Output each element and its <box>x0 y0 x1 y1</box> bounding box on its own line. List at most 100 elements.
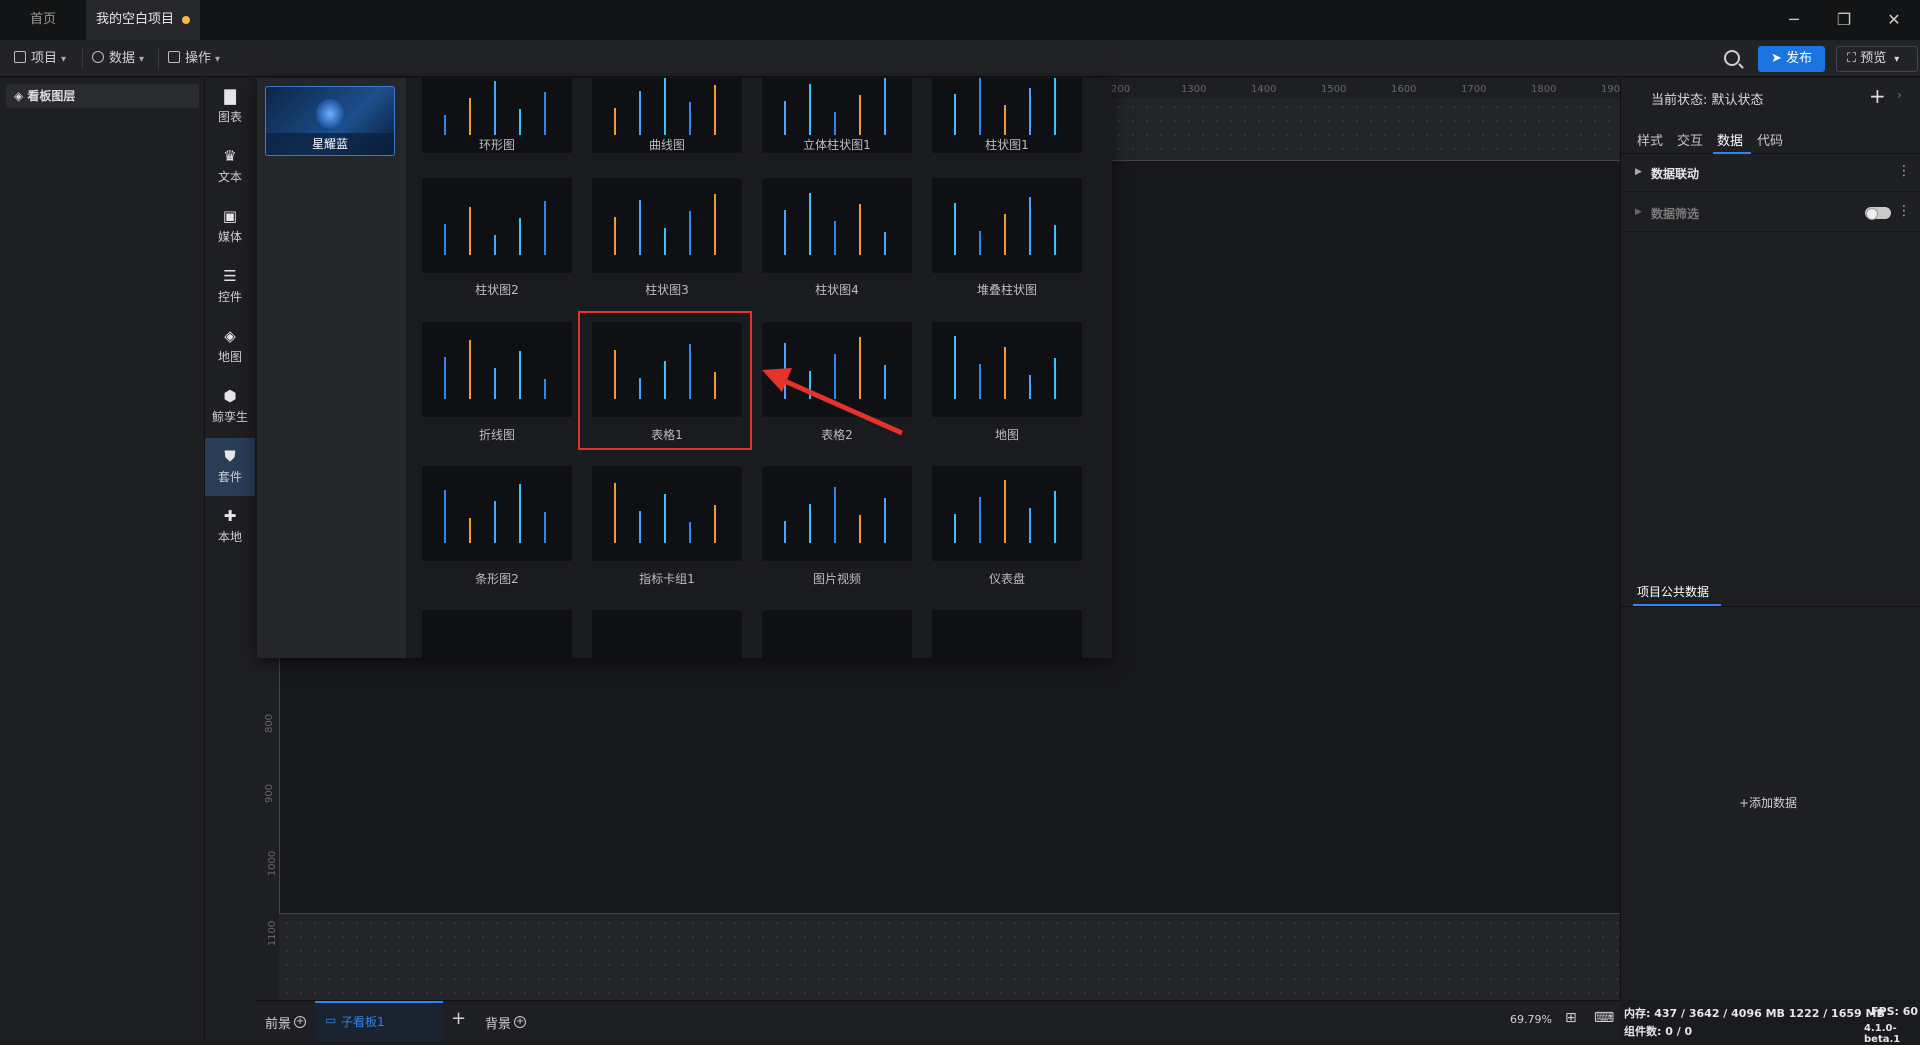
data-filter-toggle[interactable] <box>1865 207 1891 220</box>
puzzle-icon: ✚ <box>223 507 237 525</box>
version-label: 4.1.0-beta.1 <box>1864 1023 1901 1045</box>
tab-project[interactable]: 我的空白项目 <box>86 0 200 40</box>
rail-item-label: 文本 <box>217 170 242 184</box>
more-icon[interactable]: ⋮ <box>1897 163 1911 179</box>
layers-panel: ◈ 看板图层 <box>0 78 205 1040</box>
menu-project[interactable]: 项目 ▾ <box>14 49 66 69</box>
rail-item-5[interactable]: ⬢ 鲸孪生 <box>205 378 255 436</box>
ruler-tick-label: 1400 <box>1251 84 1277 95</box>
chevron-down-icon: ▾ <box>139 54 145 65</box>
rail-item-2[interactable]: ▣ 媒体 <box>205 198 255 256</box>
menu-project-label: 项目 <box>31 51 58 66</box>
arrow-shaft <box>776 375 904 436</box>
add-state-button[interactable]: + <box>1869 84 1886 108</box>
zoom-level[interactable]: 69.79% <box>1510 1013 1552 1026</box>
keyboard-icon[interactable]: ⌨ <box>1594 1010 1614 1026</box>
ruler-tick-label: 1500 <box>1321 84 1347 95</box>
caret-right-icon: ▶ <box>1635 207 1642 217</box>
board-tab-label: 子看板1 <box>341 1015 385 1029</box>
tab-interaction[interactable]: 交互 <box>1677 130 1703 149</box>
add-data-button[interactable]: +添加数据 <box>1739 794 1797 811</box>
theme-list: 星耀蓝 <box>257 78 406 658</box>
tab-project-label: 我的空白项目 <box>96 12 175 27</box>
ruler-tick-label: 1000 <box>267 850 279 877</box>
rail-item-1[interactable]: ♛ 文本 <box>205 138 255 196</box>
rail-item-label: 鲸孪生 <box>211 410 248 424</box>
map-icon: ◈ <box>224 327 236 345</box>
add-circle-icon[interactable]: + <box>514 1016 527 1028</box>
ruler-tick-label: 1300 <box>1181 84 1207 95</box>
search-icon[interactable] <box>1724 50 1740 66</box>
data-filter-label: 数据筛选 <box>1651 207 1700 221</box>
database-icon <box>92 51 104 63</box>
tab-home[interactable]: 首页 <box>0 0 86 40</box>
data-linkage-row[interactable]: ▶ 数据联动 ⋮ <box>1621 154 1920 192</box>
more-icon[interactable]: ⋮ <box>1897 203 1911 219</box>
board-tab-active[interactable]: ▭ 子看板1 <box>315 1001 443 1041</box>
layers-title: 看板图层 <box>27 89 76 103</box>
ruler-tick-label: 1800 <box>1531 84 1557 95</box>
minimize-button[interactable]: ─ <box>1782 8 1806 32</box>
pointer-arrow-icon <box>762 368 904 436</box>
unsaved-dot-icon <box>182 16 190 24</box>
ruler-tick-label: 1600 <box>1391 84 1417 95</box>
rail-item-label: 本地 <box>217 530 242 544</box>
chevron-down-icon: ▾ <box>61 54 67 65</box>
bar-chart-icon: ▇ <box>224 87 236 105</box>
canvas-grid <box>280 916 1620 998</box>
ruler-tick-label: 800 <box>264 713 276 734</box>
chevron-down-icon: ▾ <box>215 54 221 65</box>
data-linkage-label: 数据联动 <box>1651 167 1700 181</box>
rail-item-7[interactable]: ✚ 本地 <box>205 498 255 556</box>
close-button[interactable]: ✕ <box>1882 8 1906 32</box>
foreground-tab[interactable]: 前景 + <box>265 1013 307 1032</box>
document-icon <box>14 51 26 63</box>
layers-header[interactable]: ◈ 看板图层 <box>6 84 199 108</box>
tab-style[interactable]: 样式 <box>1637 130 1663 149</box>
menu-data[interactable]: 数据 ▾ <box>92 49 144 69</box>
foreground-label: 前景 <box>265 1017 292 1032</box>
caret-right-icon: ▶ <box>1635 167 1642 177</box>
crown-icon: ♛ <box>223 147 237 165</box>
kit-grid: 环形图 曲线图 立体柱状图1 柱状图1 柱状图2 柱状图3 柱状图4 堆叠柱状图 折线图 表格1 表… <box>406 78 1112 658</box>
monitor-icon: ▭ <box>325 1013 337 1027</box>
ruler-tick-label: 900 <box>264 783 276 804</box>
publish-button[interactable]: ➤ 发布 <box>1758 46 1825 72</box>
chevron-right-icon[interactable]: › <box>1897 88 1902 102</box>
background-tab[interactable]: 背景 + <box>485 1013 527 1032</box>
rail-item-6[interactable]: ⛊ 套件 <box>205 438 255 496</box>
ruler-tick-label: 1700 <box>1461 84 1487 95</box>
ruler-tick-label: 1100 <box>267 920 279 947</box>
tab-code[interactable]: 代码 <box>1757 130 1783 149</box>
publish-label: 发布 <box>1786 51 1813 66</box>
theme-card-xingyaolan[interactable]: 星耀蓝 <box>265 86 395 156</box>
tab-data[interactable]: 数据 <box>1717 130 1743 149</box>
fps-stat: FPS: 60 <box>1871 1005 1919 1018</box>
background-label: 背景 <box>485 1017 512 1032</box>
add-board-button[interactable]: + <box>451 1008 466 1029</box>
tab-public-data[interactable]: 项目公共数据 <box>1637 583 1709 600</box>
title-bar: 首页 我的空白项目 ─ ❐ ✕ <box>0 0 1920 40</box>
rail-item-0[interactable]: ▇ 图表 <box>205 78 255 136</box>
rail-item-label: 图表 <box>217 110 242 124</box>
shirt-icon: ⛊ <box>224 447 236 465</box>
divider <box>158 49 159 69</box>
canvas-grid <box>1112 100 1620 158</box>
rail-item-4[interactable]: ◈ 地图 <box>205 318 255 376</box>
rail-item-label: 控件 <box>217 290 242 304</box>
divider <box>82 49 83 69</box>
rail-item-3[interactable]: ☰ 控件 <box>205 258 255 316</box>
fit-screen-icon[interactable]: ⊞ <box>1565 1010 1577 1026</box>
rail-item-label: 套件 <box>217 470 242 484</box>
rail-item-label: 媒体 <box>217 230 242 244</box>
layers-icon: ◈ <box>14 89 28 103</box>
ruler-tick-label: 200 <box>1111 84 1131 95</box>
data-filter-row[interactable]: ▶ 数据筛选 ⋮ <box>1621 194 1920 232</box>
menu-operate[interactable]: 操作 ▾ <box>168 49 220 69</box>
preview-button[interactable]: ⛶ 预览 ▾ <box>1836 46 1918 72</box>
media-icon: ▣ <box>222 207 238 225</box>
add-circle-icon[interactable]: + <box>294 1016 307 1028</box>
properties-tabs: 样式 交互 数据 代码 <box>1621 122 1920 154</box>
chevron-down-icon: ▾ <box>1894 54 1900 65</box>
restore-button[interactable]: ❐ <box>1832 8 1856 32</box>
